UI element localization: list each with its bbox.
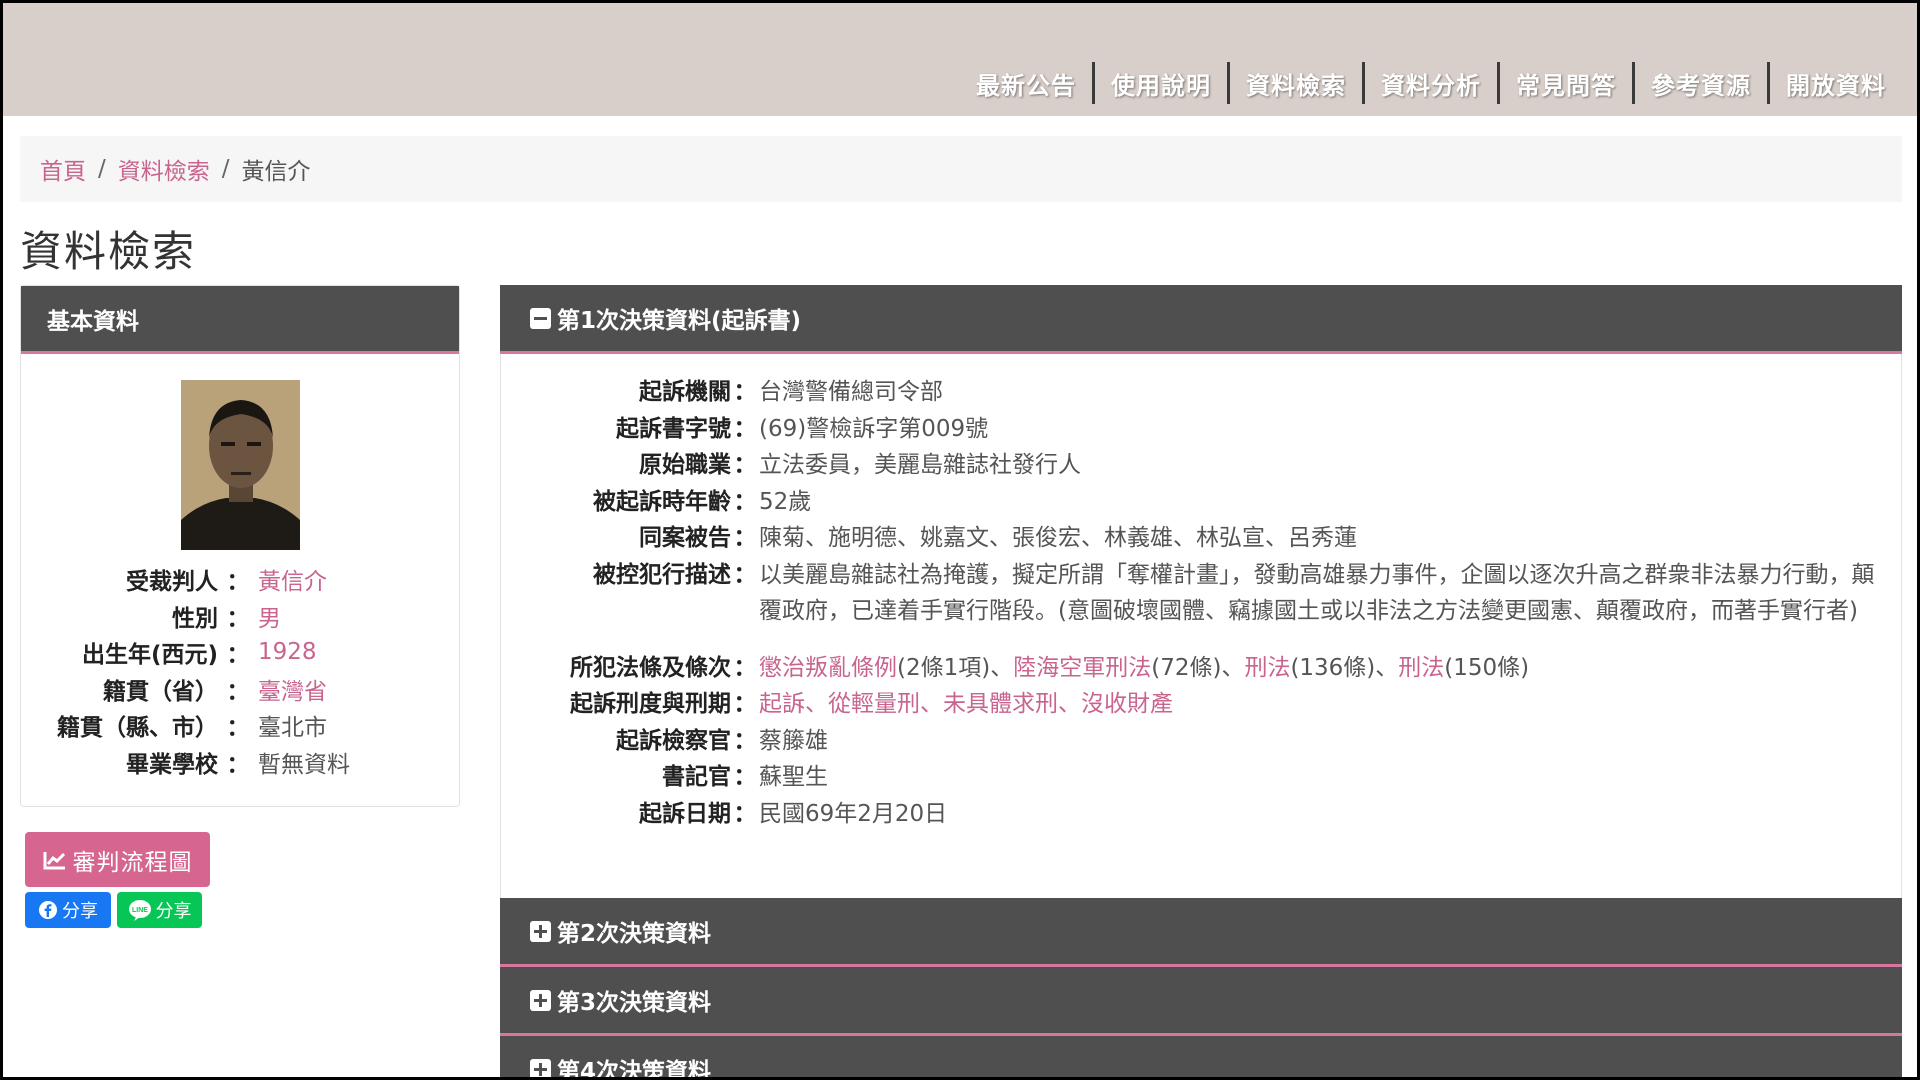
info-label: 性別 [172, 605, 218, 632]
basic-info-fields: 受裁判人 ： 黃信介 性別 ： 男 出生年(西元) ： 1928 籍貫（省） ：… [21, 561, 461, 780]
info-label: 畢業學校 [126, 751, 218, 778]
sentence-link[interactable]: 沒收財產 [1081, 691, 1173, 717]
plus-square-icon [530, 989, 551, 1011]
facebook-share-button[interactable]: 分享 [25, 892, 111, 928]
plus-square-icon [530, 1058, 551, 1080]
nav-instructions[interactable]: 使用說明 [1095, 66, 1227, 101]
detail-row-laws: 所犯法條及條次 ： 懲治叛亂條例(2條1項)、陸海空軍刑法(72條)、刑法(13… [501, 650, 1879, 687]
svg-text:LINE: LINE [132, 907, 148, 914]
trial-flowchart-button[interactable]: 審判流程圖 [25, 832, 210, 887]
info-row-defendant: 受裁判人 ： 黃信介 [21, 561, 461, 598]
age-value: 52歲 [759, 488, 812, 515]
breadcrumb-home[interactable]: 首頁 [40, 152, 86, 186]
minus-square-icon [530, 307, 551, 329]
breadcrumb-separator: / [221, 156, 230, 182]
law-link[interactable]: 刑法 [1398, 655, 1444, 681]
defendant-name-link[interactable]: 黃信介 [258, 562, 327, 596]
page-title: 資料檢索 [20, 227, 197, 276]
sentence-link[interactable]: 起訴 [759, 691, 805, 717]
info-row-city: 籍貫（縣、市） ： 臺北市 [21, 707, 461, 744]
prosecuting-agency-link[interactable]: 台灣警備總司令部 [759, 374, 1879, 411]
law-link[interactable]: 懲治叛亂條例 [759, 655, 897, 681]
decision-1-title: 第1次決策資料(起訴書) [557, 308, 802, 334]
detail-row-charge: 被控犯行描述 ： 以美麗島雜誌社為掩護，擬定所謂「奪權計畫」，發動高雄暴力事件，… [501, 557, 1879, 630]
info-label: 受裁判人 [126, 569, 218, 596]
breadcrumb: 首頁 / 資料檢索 / 黃信介 [20, 136, 1902, 202]
breadcrumb-search[interactable]: 資料檢索 [118, 152, 210, 186]
detail-row-age: 被起訴時年齡 ： 52歲 [501, 484, 1879, 521]
portrait-photo [181, 380, 300, 550]
main-nav: 最新公告 使用說明 資料檢索 資料分析 常見問答 參考資源 開放資料 [960, 58, 1902, 108]
decisions-accordion: 第1次決策資料(起訴書) 起訴機關 ： 台灣警備總司令部 起訴書字號 ： (69… [500, 285, 1902, 1080]
decision-2-title: 第2次決策資料 [557, 921, 712, 947]
detail-row-prosecutor: 起訴檢察官 ： 蔡籐雄 [501, 723, 1879, 760]
nav-announcements[interactable]: 最新公告 [960, 66, 1092, 101]
law-link[interactable]: 陸海空軍刑法 [1013, 655, 1151, 681]
basic-info-panel: 基本資料 受裁判人 ： 黃信介 性別 ： 男 出生年(西元) ： 1928 籍貫… [20, 285, 460, 807]
top-header: 最新公告 使用說明 資料檢索 資料分析 常見問答 參考資源 開放資料 [0, 0, 1920, 116]
decision-4-title: 第4次決策資料 [557, 1059, 712, 1080]
sentence-link[interactable]: 從輕量刑 [828, 691, 920, 717]
detail-row-clerk: 書記官 ： 蘇聖生 [501, 759, 1879, 796]
info-label: 出生年(西元) [81, 642, 218, 669]
detail-row-docno: 起訴書字號 ： (69)警檢訴字第009號 [501, 411, 1879, 448]
laws-list: 懲治叛亂條例(2條1項)、陸海空軍刑法(72條)、刑法(136條)、刑法(150… [759, 654, 1530, 681]
facebook-share-label: 分享 [62, 901, 98, 922]
info-row-province: 籍貫（省） ： 臺灣省 [21, 671, 461, 708]
indictment-number: (69)警檢訴字第009號 [759, 415, 989, 442]
nav-faq[interactable]: 常見問答 [1500, 66, 1632, 101]
info-label: 籍貫（縣、市） [57, 715, 218, 742]
decision-1-header[interactable]: 第1次決策資料(起訴書) [500, 285, 1902, 354]
law-link[interactable]: 刑法 [1244, 655, 1290, 681]
gender-link[interactable]: 男 [258, 599, 281, 633]
province-link[interactable]: 臺灣省 [258, 672, 327, 706]
indictment-date: 民國69年2月20日 [759, 800, 948, 827]
detail-row-codefendants: 同案被告 ： 陳菊、施明德、姚嘉文、張俊宏、林義雄、林弘宣、呂秀蓮 [501, 520, 1879, 557]
charge-description: 以美麗島雜誌社為掩護，擬定所謂「奪權計畫」，發動高雄暴力事件，企圖以逐次升高之群… [759, 561, 1875, 625]
detail-row-agency: 起訴機關 ： 台灣警備總司令部 [501, 374, 1879, 411]
prosecutor-link[interactable]: 蔡籐雄 [759, 723, 1879, 760]
info-row-school: 畢業學校 ： 暫無資料 [21, 744, 461, 781]
nav-data-search[interactable]: 資料檢索 [1230, 66, 1362, 101]
facebook-icon [39, 901, 57, 919]
line-icon: LINE [128, 900, 151, 921]
decision-2-header[interactable]: 第2次決策資料 [500, 898, 1902, 967]
detail-row-date: 起訴日期 ： 民國69年2月20日 [501, 796, 1879, 833]
nav-open-data[interactable]: 開放資料 [1770, 66, 1902, 101]
clerk-value: 蘇聖生 [759, 764, 828, 790]
city-value: 臺北市 [258, 715, 327, 742]
line-share-button[interactable]: LINE 分享 [117, 892, 202, 928]
birth-year-link[interactable]: 1928 [258, 639, 317, 665]
decision-1-details: 起訴機關 ： 台灣警備總司令部 起訴書字號 ： (69)警檢訴字第009號 原始… [501, 374, 1879, 832]
line-share-label: 分享 [155, 901, 192, 922]
decision-3-title: 第3次決策資料 [557, 990, 712, 1016]
sentence-link[interactable]: 未具體求刑 [943, 691, 1058, 717]
info-label: 籍貫（省） [103, 678, 218, 705]
basic-info-header: 基本資料 [21, 286, 459, 354]
sentence-list: 起訴、從輕量刑、未具體求刑、沒收財產 [759, 691, 1173, 717]
decision-4-header[interactable]: 第4次決策資料 [500, 1036, 1902, 1080]
detail-row-occupation: 原始職業 ： 立法委員，美麗島雜誌社發行人 [501, 447, 1879, 484]
line-chart-icon [43, 851, 65, 869]
occupation-value: 立法委員，美麗島雜誌社發行人 [759, 452, 1081, 478]
nav-references[interactable]: 參考資源 [1635, 66, 1767, 101]
plus-square-icon [530, 920, 551, 942]
detail-row-sentence: 起訴刑度與刑期 ： 起訴、從輕量刑、未具體求刑、沒收財產 [501, 686, 1879, 723]
info-row-gender: 性別 ： 男 [21, 598, 461, 635]
school-value: 暫無資料 [258, 751, 350, 778]
decision-3-header[interactable]: 第3次決策資料 [500, 967, 1902, 1036]
decision-1-body: 起訴機關 ： 台灣警備總司令部 起訴書字號 ： (69)警檢訴字第009號 原始… [500, 354, 1902, 898]
info-row-birth-year: 出生年(西元) ： 1928 [21, 634, 461, 671]
breadcrumb-current: 黃信介 [241, 159, 311, 185]
codefendants-value: 陳菊、施明德、姚嘉文、張俊宏、林義雄、林弘宣、呂秀蓮 [759, 525, 1357, 551]
breadcrumb-separator: / [98, 156, 106, 182]
trial-flowchart-label: 審判流程圖 [72, 849, 193, 876]
nav-data-analysis[interactable]: 資料分析 [1365, 66, 1497, 101]
